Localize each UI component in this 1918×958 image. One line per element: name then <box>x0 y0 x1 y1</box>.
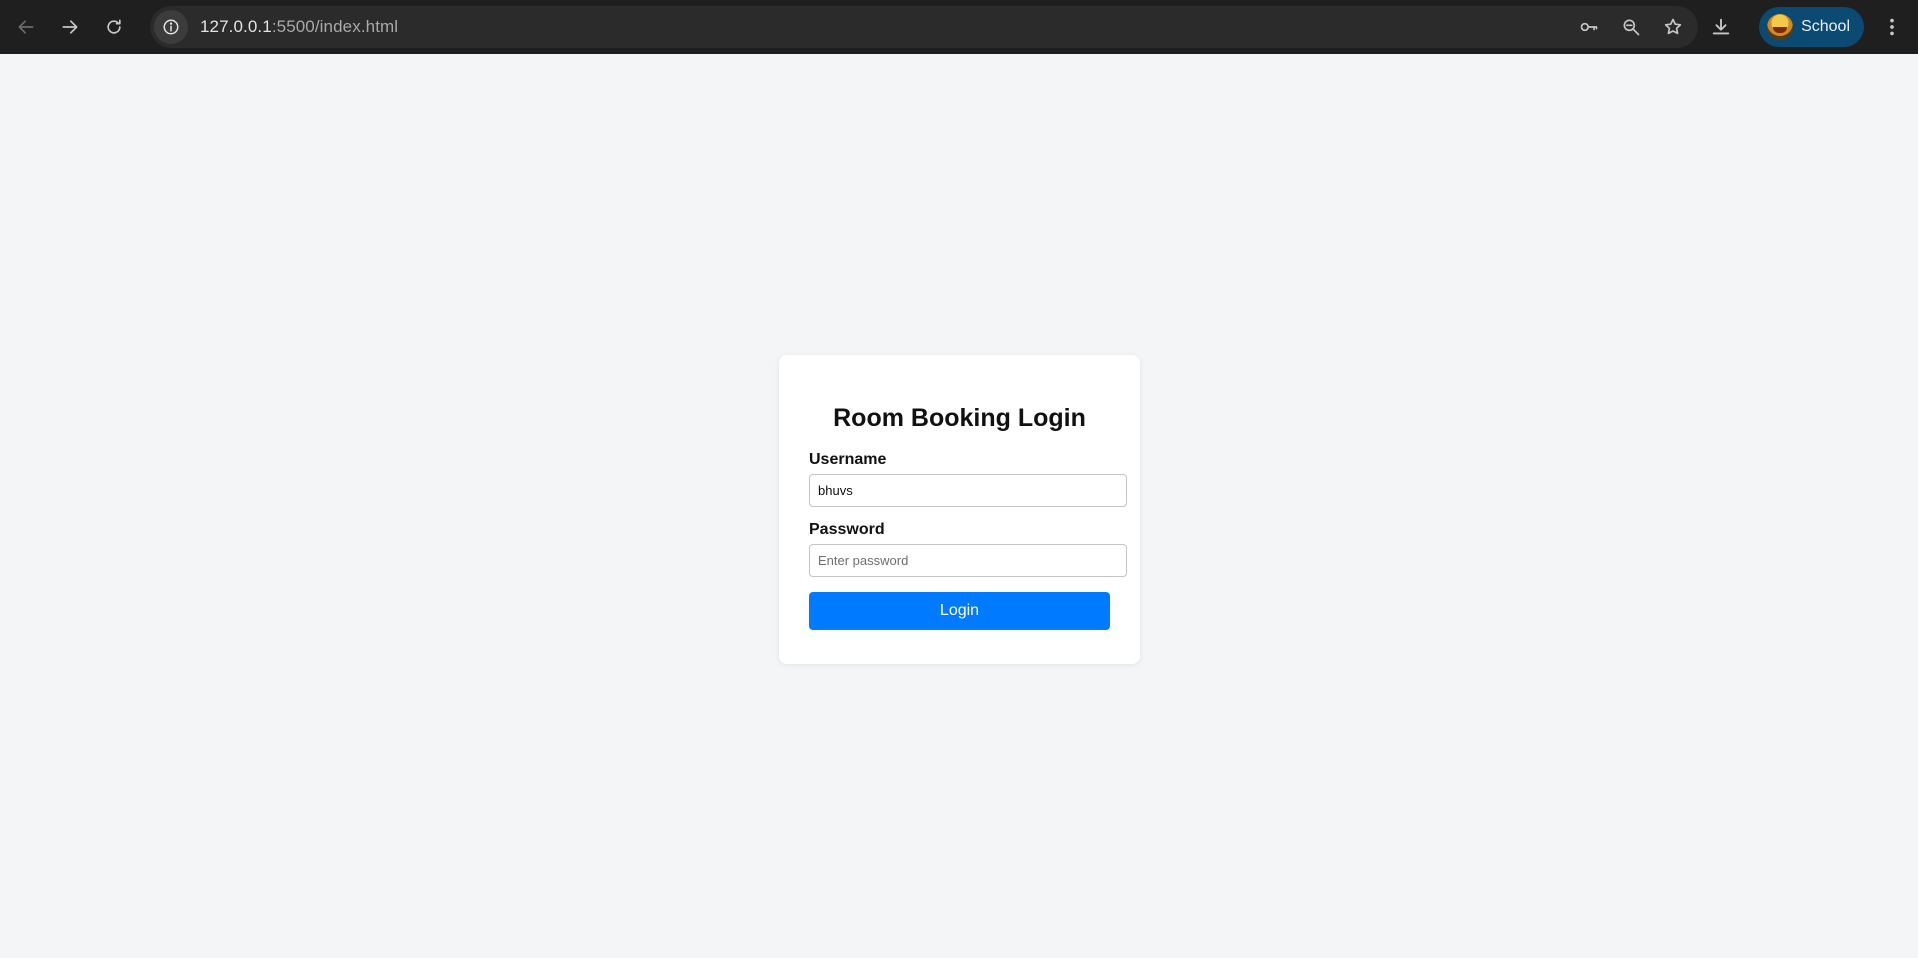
password-label: Password <box>809 521 885 538</box>
profile-label: School <box>1801 18 1850 35</box>
url-path: :5500/index.html <box>271 17 399 36</box>
star-icon <box>1664 18 1682 35</box>
url-host: 127.0.0.1 <box>200 17 272 36</box>
arrow-right-icon <box>62 20 78 34</box>
more-vertical-icon <box>1890 18 1894 36</box>
login-card: Room Booking Login Username Password Log… <box>779 355 1140 664</box>
omnibox-actions <box>1574 6 1688 48</box>
url-text[interactable]: 127.0.0.1:5500/index.html <box>200 17 398 37</box>
browser-toolbar: 127.0.0.1:5500/index.html School <box>0 0 1918 54</box>
forward-button[interactable] <box>52 9 88 45</box>
page-content: Room Booking Login Username Password Log… <box>0 54 1918 958</box>
username-label: Username <box>809 451 887 468</box>
password-input[interactable] <box>809 544 1127 577</box>
login-button[interactable]: Login <box>809 592 1110 630</box>
zoom-out-icon <box>1623 19 1640 36</box>
arrow-left-icon <box>18 20 34 34</box>
back-button[interactable] <box>8 9 44 45</box>
username-input[interactable] <box>809 474 1127 507</box>
browser-right-tools: School <box>1703 0 1918 54</box>
reload-icon <box>107 19 121 34</box>
key-icon <box>1580 22 1598 32</box>
site-info-button[interactable] <box>154 10 188 44</box>
login-title: Room Booking Login <box>833 404 1086 432</box>
downloads-button[interactable] <box>1703 9 1739 45</box>
password-key-button[interactable] <box>1574 12 1604 42</box>
info-icon <box>163 19 179 35</box>
profile-button[interactable]: School <box>1759 7 1864 47</box>
download-icon <box>1712 18 1730 35</box>
bookmark-button[interactable] <box>1658 12 1688 42</box>
zoom-button[interactable] <box>1616 12 1646 42</box>
avatar <box>1767 14 1794 40</box>
browser-menu-button[interactable] <box>1874 9 1910 45</box>
address-bar[interactable]: 127.0.0.1:5500/index.html <box>150 6 1698 48</box>
reload-button[interactable] <box>96 9 132 45</box>
